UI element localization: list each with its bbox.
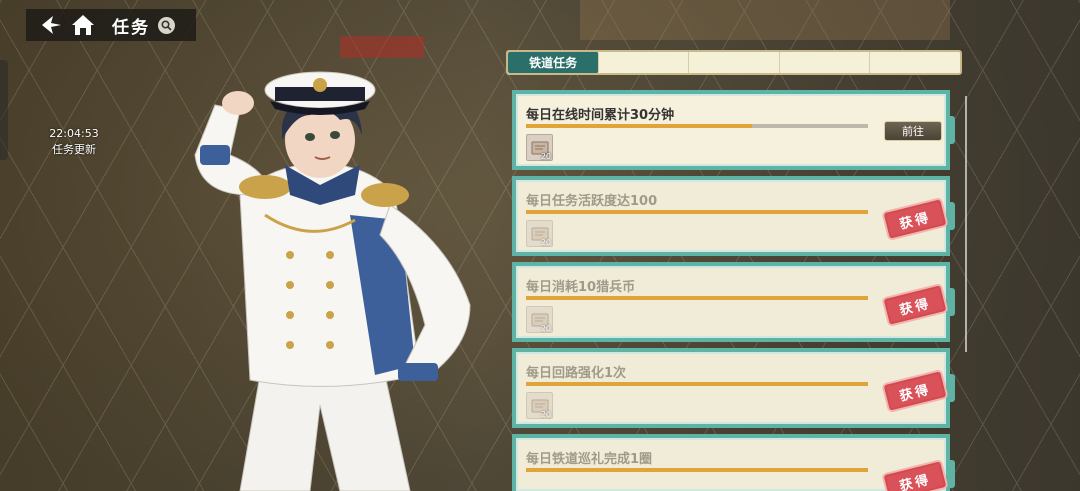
reward-count: 20 <box>540 410 551 419</box>
refresh-label: 任务更新 <box>52 143 96 156</box>
task-item: 每日在线时间累计30分钟 20 前往 <box>512 90 955 170</box>
reward-item[interactable]: 20 <box>526 134 553 161</box>
home-button[interactable] <box>66 9 100 41</box>
task-item: 每日铁道巡礼完成1圈 获得 <box>512 434 955 491</box>
reward-item[interactable]: 20 <box>526 392 553 419</box>
task-progress-fill <box>526 124 752 128</box>
tab-4[interactable] <box>780 52 870 73</box>
task-item: 每日回路强化1次 20 获得 <box>512 348 955 428</box>
task-progress-bar <box>526 210 868 214</box>
task-title: 每日任务活跃度达100 <box>526 194 658 209</box>
back-button[interactable] <box>36 9 66 41</box>
tab-5[interactable] <box>870 52 960 73</box>
task-progress-bar <box>526 124 868 128</box>
obtained-stamp: 获得 <box>883 285 947 325</box>
task-tab-bar: 铁道任务 <box>506 50 962 75</box>
tab-railway-tasks[interactable]: 铁道任务 <box>508 52 600 73</box>
search-icon <box>161 19 172 31</box>
tab-2[interactable] <box>599 52 690 73</box>
task-title: 每日消耗10猎兵币 <box>526 280 636 295</box>
task-title: 每日铁道巡礼完成1圈 <box>526 452 653 467</box>
home-icon <box>72 15 94 35</box>
side-drawer-handle[interactable] <box>0 60 8 160</box>
reward-item[interactable]: 20 <box>526 220 553 247</box>
task-progress-fill <box>526 296 868 300</box>
task-progress-bar <box>526 468 868 472</box>
reward-count: 20 <box>540 238 551 247</box>
refresh-time: 22:04:53 <box>49 127 99 140</box>
task-title: 每日回路强化1次 <box>526 366 627 381</box>
tab-3[interactable] <box>689 52 780 73</box>
go-button[interactable]: 前往 <box>884 121 942 141</box>
obtained-stamp: 获得 <box>883 371 947 411</box>
search-button[interactable] <box>158 16 175 34</box>
task-title: 每日在线时间累计30分钟 <box>526 108 675 123</box>
background-structure <box>580 0 950 40</box>
top-bar: 任务 <box>26 9 196 41</box>
page-title: 任务 <box>112 17 150 38</box>
task-progress-bar <box>526 296 868 300</box>
task-item: 每日消耗10猎兵币 20 获得 <box>512 262 955 342</box>
reward-item[interactable]: 20 <box>526 306 553 333</box>
task-item: 每日任务活跃度达100 20 获得 <box>512 176 955 256</box>
task-list-scrollbar[interactable] <box>965 96 967 352</box>
task-progress-bar <box>526 382 868 386</box>
refresh-timer: 22:04:53 任务更新 <box>40 126 108 158</box>
task-progress-fill <box>526 210 868 214</box>
character-portrait <box>194 71 471 491</box>
reward-count: 20 <box>540 324 551 333</box>
reward-count: 20 <box>540 152 551 161</box>
obtained-stamp: 获得 <box>883 461 947 491</box>
task-progress-fill <box>526 468 868 472</box>
obtained-stamp: 获得 <box>883 199 947 239</box>
back-arrow-icon <box>42 16 61 34</box>
task-progress-fill <box>526 382 868 386</box>
